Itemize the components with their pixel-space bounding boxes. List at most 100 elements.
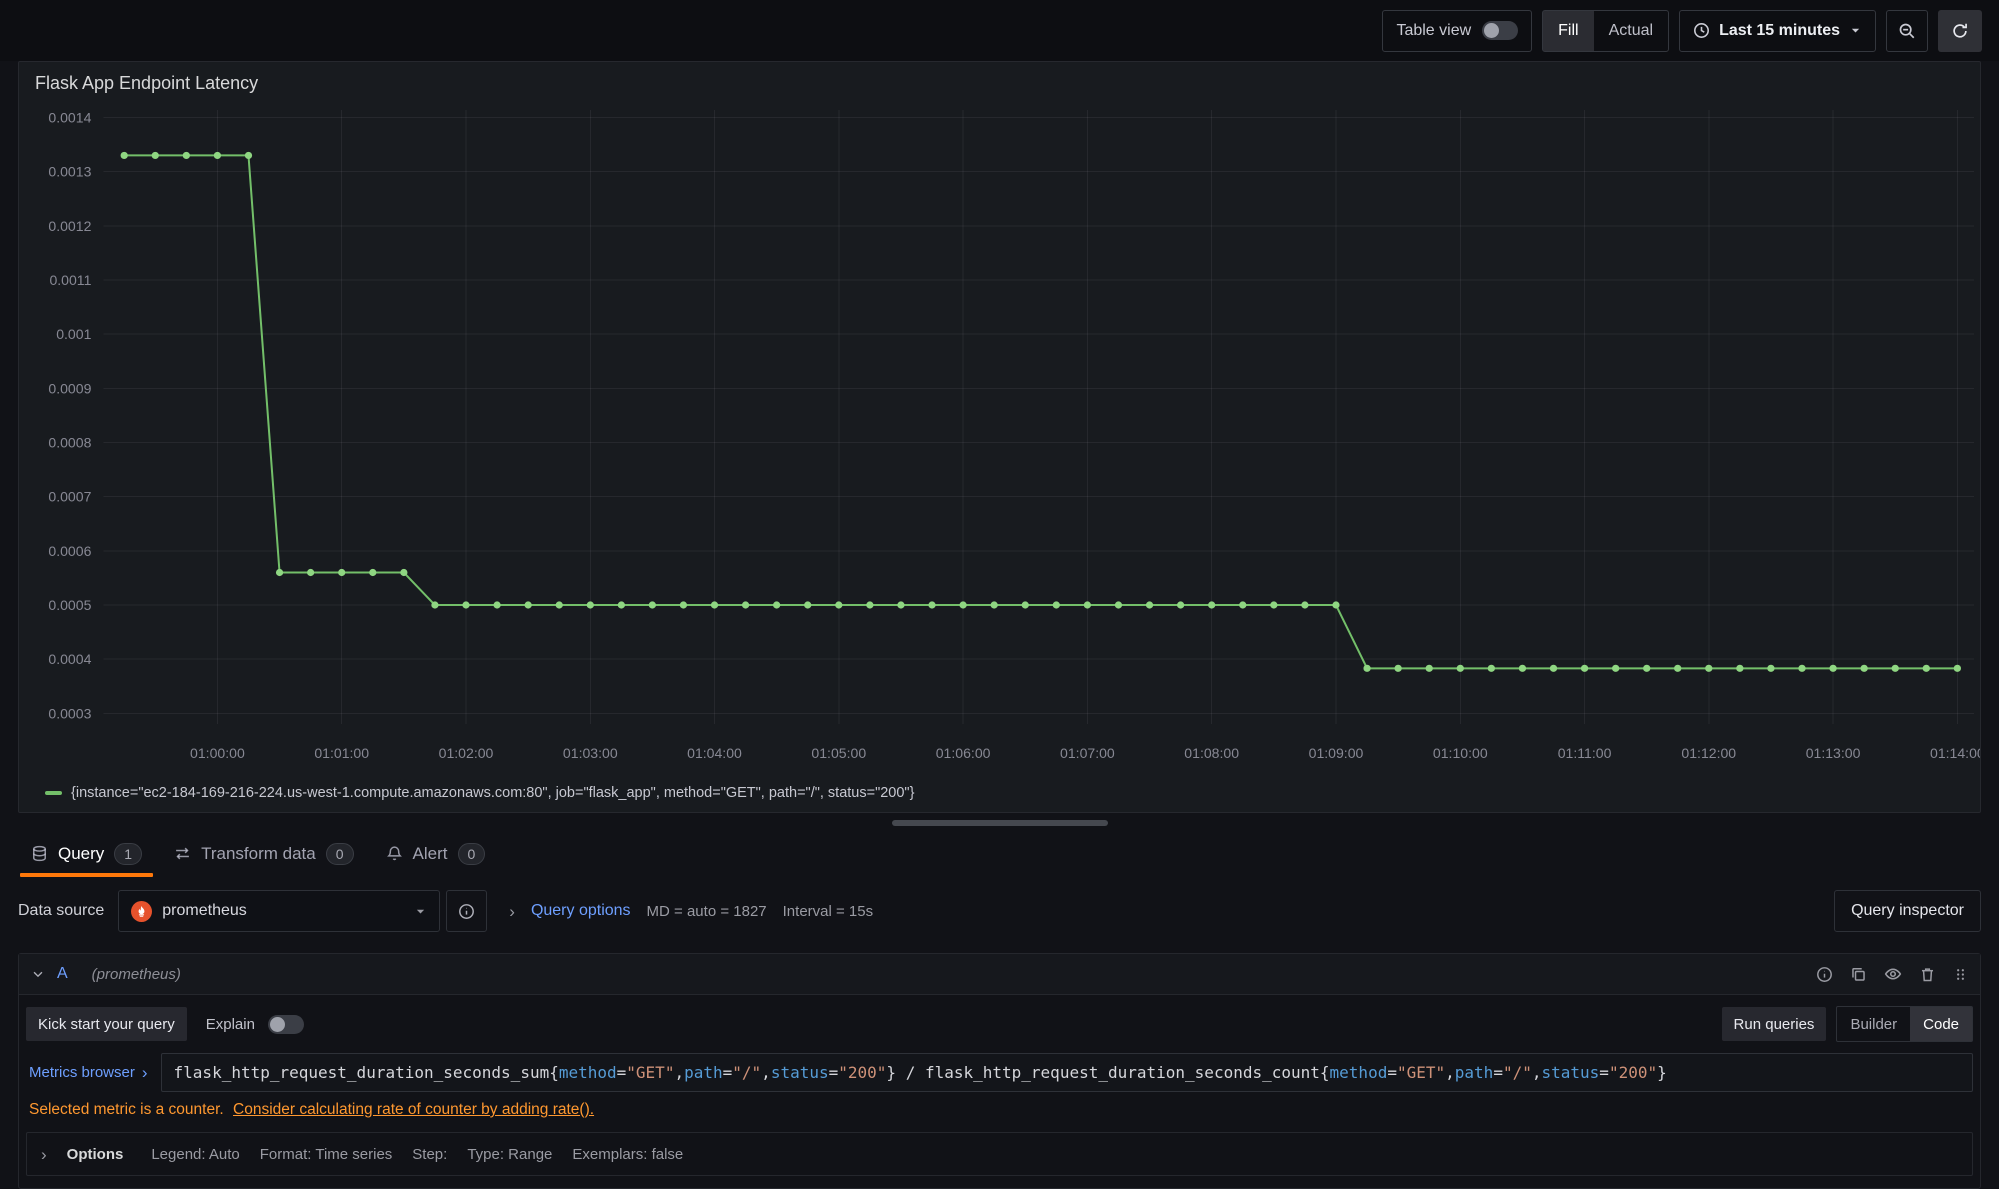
svg-text:01:00:00: 01:00:00: [190, 745, 245, 761]
top-toolbar: Table view Fill Actual Last 15 minutes: [0, 0, 1999, 61]
datasource-select[interactable]: prometheus: [118, 890, 440, 932]
tab-alert[interactable]: Alert 0: [373, 830, 499, 877]
prometheus-logo-icon: [131, 901, 152, 922]
editor-tabs: Query 1 Transform data 0 Alert 0: [0, 830, 1999, 877]
table-view-toggle[interactable]: [1482, 21, 1518, 40]
tab-query-label: Query: [58, 844, 104, 864]
refresh-button[interactable]: [1938, 10, 1982, 52]
svg-text:01:11:00: 01:11:00: [1558, 745, 1612, 761]
options-type: Type: Range: [467, 1146, 552, 1163]
svg-text:0.0009: 0.0009: [48, 380, 91, 396]
svg-text:01:08:00: 01:08:00: [1184, 745, 1239, 761]
options-title: Options: [67, 1146, 124, 1163]
chevron-right-icon: ›: [142, 1064, 148, 1081]
query-ref-id: A: [57, 965, 68, 983]
duplicate-query-button[interactable]: [1850, 966, 1867, 983]
query-options-toggle[interactable]: › Query options MD = auto = 1827 Interva…: [509, 902, 873, 920]
tab-transform-data[interactable]: Transform data 0: [161, 830, 366, 877]
panel-header: Flask App Endpoint Latency: [19, 62, 1980, 96]
svg-text:01:06:00: 01:06:00: [936, 745, 991, 761]
svg-text:01:13:00: 01:13:00: [1806, 745, 1861, 761]
query-card: A (prometheus): [18, 953, 1981, 1189]
metrics-browser-toggle[interactable]: Metrics browser ›: [26, 1053, 161, 1092]
chevron-down-icon: [31, 967, 45, 981]
query-inspector-button[interactable]: Query inspector: [1834, 890, 1981, 932]
time-range-picker[interactable]: Last 15 minutes: [1679, 10, 1876, 52]
query-options-label: Query options: [531, 902, 631, 920]
svg-text:01:10:00: 01:10:00: [1433, 745, 1488, 761]
code-mode-button[interactable]: Code: [1910, 1007, 1972, 1041]
legend-item[interactable]: {instance="ec2-184-169-216-224.us-west-1…: [19, 784, 1980, 812]
chevron-right-icon: ›: [509, 903, 515, 920]
counter-warning: Selected metric is a counter. Consider c…: [29, 1101, 1973, 1119]
svg-text:0.0003: 0.0003: [48, 705, 91, 721]
drag-query-handle[interactable]: [1953, 967, 1968, 982]
datasource-help-button[interactable]: [446, 890, 487, 932]
svg-text:0.0013: 0.0013: [48, 164, 91, 180]
add-rate-link[interactable]: Consider calculating rate of counter by …: [233, 1101, 594, 1118]
query-help-button[interactable]: [1816, 966, 1833, 983]
query-body: Kick start your query Explain Run querie…: [19, 995, 1980, 1188]
zoom-out-icon: [1898, 22, 1916, 40]
hide-query-button[interactable]: [1884, 965, 1902, 983]
remove-query-button[interactable]: [1919, 966, 1936, 983]
legend-series-swatch: [45, 791, 62, 795]
svg-text:01:04:00: 01:04:00: [687, 745, 742, 761]
eye-icon: [1884, 965, 1902, 983]
query-toolbar: Kick start your query Explain Run querie…: [26, 1006, 1973, 1042]
latency-panel: Flask App Endpoint Latency 0.0003 0.0004 0…: [18, 61, 1981, 813]
clock-icon: [1693, 22, 1710, 39]
svg-text:0.0005: 0.0005: [48, 597, 91, 613]
svg-text:0.0006: 0.0006: [48, 543, 91, 559]
time-range-label: Last 15 minutes: [1719, 22, 1840, 40]
run-queries-button[interactable]: Run queries: [1722, 1007, 1827, 1041]
panel-resize-handle[interactable]: [892, 820, 1108, 826]
svg-text:0.0014: 0.0014: [48, 110, 91, 126]
svg-text:0.0007: 0.0007: [48, 489, 91, 505]
builder-mode-button[interactable]: Builder: [1837, 1007, 1910, 1041]
collapse-query-button[interactable]: [31, 967, 45, 981]
svg-text:01:03:00: 01:03:00: [563, 745, 618, 761]
svg-text:0.0012: 0.0012: [48, 218, 91, 234]
query-datasource-hint: (prometheus): [92, 966, 181, 983]
datasource-row: Data source prometheus › Query options M…: [0, 883, 1999, 939]
panel-title: Flask App Endpoint Latency: [35, 73, 258, 93]
options-step: Step:: [412, 1146, 447, 1163]
actual-button[interactable]: Actual: [1594, 11, 1668, 51]
latency-chart[interactable]: 0.00030.00040.00050.00060.00070.00080.00…: [19, 96, 1980, 784]
explain-toggle[interactable]: [268, 1015, 304, 1034]
svg-text:01:09:00: 01:09:00: [1309, 745, 1364, 761]
legend-series-label: {instance="ec2-184-169-216-224.us-west-1…: [71, 785, 914, 801]
query-header: A (prometheus): [19, 954, 1980, 995]
options-legend: Legend: Auto: [151, 1146, 239, 1163]
svg-text:01:05:00: 01:05:00: [811, 745, 866, 761]
info-circle-icon: [1816, 966, 1833, 983]
tab-query[interactable]: Query 1: [18, 830, 155, 877]
svg-text:01:14:00: 01:14:00: [1930, 745, 1980, 761]
database-icon: [31, 845, 48, 862]
promql-code-input[interactable]: flask_http_request_duration_seconds_sum{…: [161, 1053, 1973, 1092]
info-circle-icon: [458, 903, 475, 920]
chevron-down-icon: [1849, 24, 1862, 37]
svg-text:01:07:00: 01:07:00: [1060, 745, 1115, 761]
tab-alert-label: Alert: [413, 844, 448, 864]
query-options-summary-row[interactable]: › Options Legend: Auto Format: Time seri…: [26, 1132, 1973, 1176]
svg-text:01:02:00: 01:02:00: [439, 745, 494, 761]
chevron-right-icon: ›: [41, 1146, 47, 1163]
zoom-out-button[interactable]: [1886, 10, 1928, 52]
fill-button[interactable]: Fill: [1543, 11, 1593, 51]
fill-actual-switch: Fill Actual: [1542, 10, 1669, 52]
options-exemplars: Exemplars: false: [572, 1146, 683, 1163]
grip-dots-icon: [1953, 967, 1968, 982]
warning-text: Selected metric is a counter.: [29, 1101, 224, 1118]
table-view-label: Table view: [1396, 22, 1471, 40]
options-format: Format: Time series: [260, 1146, 393, 1163]
svg-text:01:01:00: 01:01:00: [314, 745, 369, 761]
trash-icon: [1919, 966, 1936, 983]
tab-query-count: 1: [114, 843, 142, 865]
svg-text:0.001: 0.001: [56, 326, 91, 342]
datasource-label: Data source: [18, 902, 104, 920]
kick-start-query-button[interactable]: Kick start your query: [26, 1007, 187, 1041]
svg-text:0.0004: 0.0004: [48, 651, 91, 667]
svg-text:0.0011: 0.0011: [49, 272, 91, 288]
